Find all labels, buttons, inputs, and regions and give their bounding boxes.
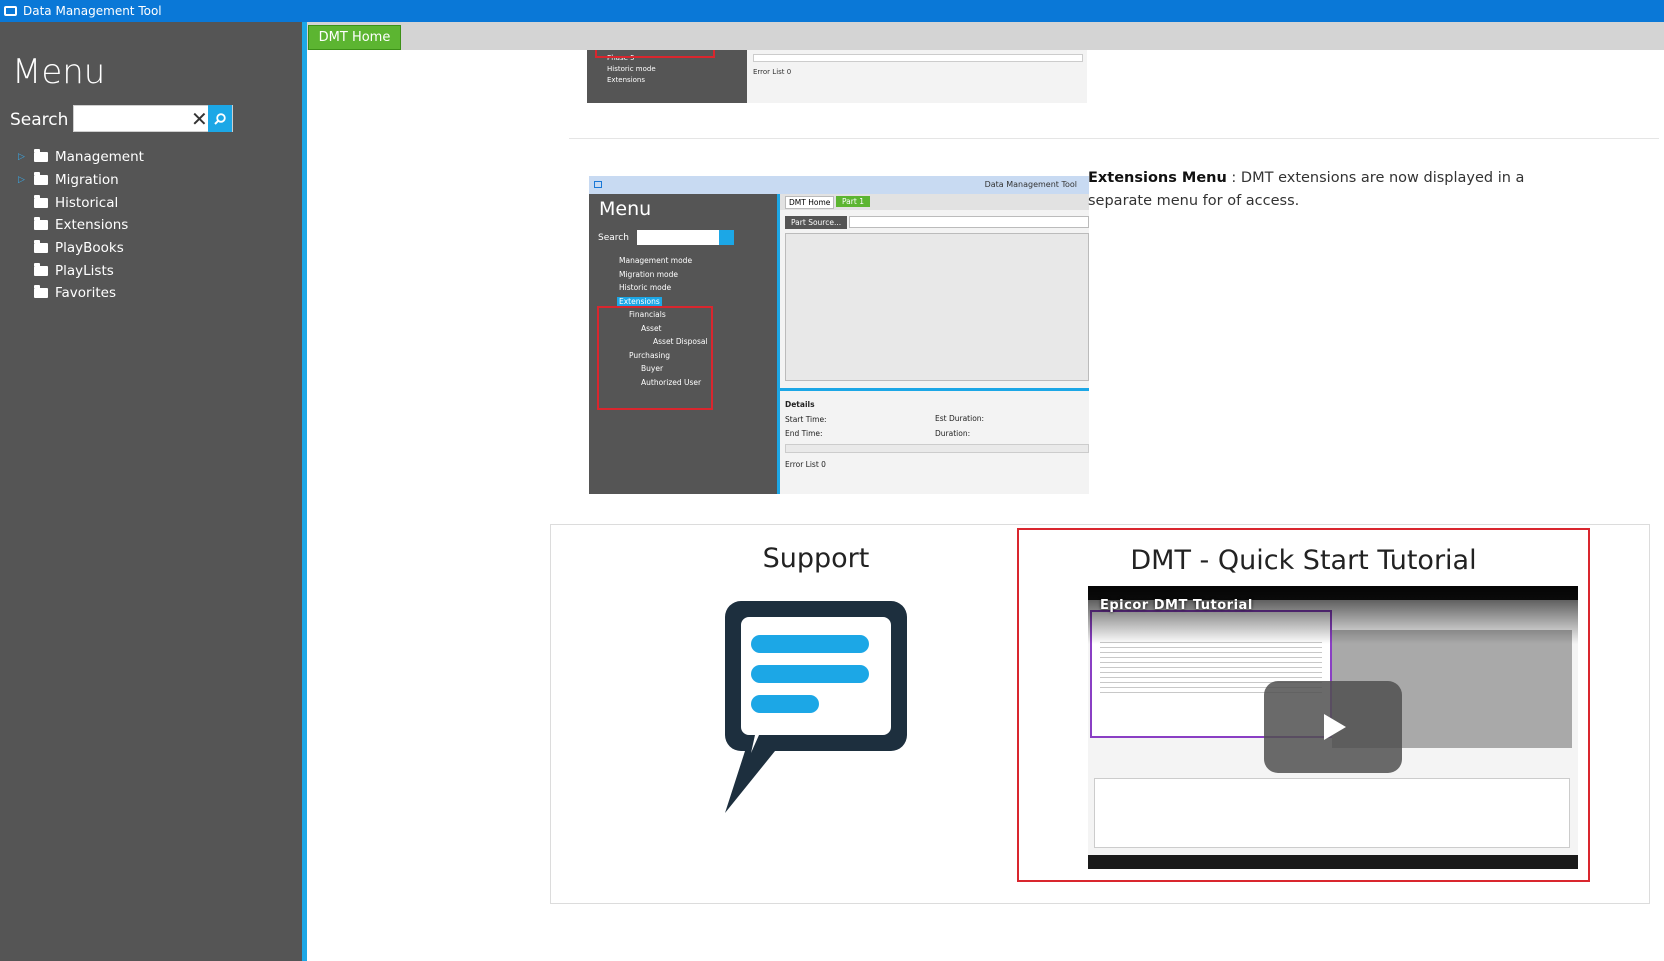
tutorial-video[interactable]: Epicor DMT Tutorial	[1088, 586, 1578, 869]
shot-search-box: ✕	[637, 229, 732, 245]
sidebar-item-playlists[interactable]: PlayLists	[18, 259, 144, 282]
shot-tree-item: Historic mode	[619, 283, 672, 292]
menu-title: Menu	[12, 52, 106, 92]
divider	[569, 138, 1659, 139]
shot-window-title: Data Management Tool	[984, 180, 1077, 189]
thumb-tree-item: Historic mode	[607, 65, 656, 73]
sidebar-item-extensions[interactable]: Extensions	[18, 214, 144, 237]
search-input[interactable]	[77, 106, 187, 131]
window-titlebar: Data Management Tool	[0, 0, 1664, 22]
tab-dmt-home[interactable]: DMT Home	[308, 25, 401, 50]
thumb-tree-item: Extensions	[607, 76, 646, 84]
shot-tree-item: Migration mode	[619, 269, 679, 279]
expand-arrow-icon[interactable]: ▷	[18, 175, 34, 185]
sidebar-item-label: PlayBooks	[55, 240, 124, 257]
extensions-heading: Extensions Menu	[1088, 170, 1227, 186]
extensions-screenshot: Data Management Tool Menu Search ✕ Manag…	[589, 176, 1089, 494]
highlight-box	[595, 50, 715, 58]
sidebar-item-label: Management	[55, 149, 144, 166]
search-icon	[214, 112, 226, 125]
folder-icon	[34, 217, 48, 231]
folder-icon	[34, 172, 48, 186]
folder-icon	[34, 240, 48, 254]
screenshot-thumbnail-top: Phase 5 Historic mode Extensions Error L…	[587, 50, 1087, 103]
sidebar-item-label: PlayLists	[55, 262, 114, 279]
sidebar-item-historical[interactable]: Historical	[18, 191, 144, 214]
folder-icon	[34, 262, 48, 276]
shot-end-time: End Time:	[785, 429, 823, 438]
app-icon	[4, 6, 17, 16]
tutorial-panel: DMT - Quick Start Tutorial Epicor DMT Tu…	[1017, 528, 1590, 882]
sidebar-item-label: Historical	[55, 194, 119, 211]
chat-bubble-icon[interactable]	[715, 601, 915, 820]
shot-duration: Duration:	[935, 428, 971, 438]
sidebar-item-favorites[interactable]: Favorites	[18, 282, 144, 305]
shot-menu-title: Menu	[599, 198, 652, 220]
sidebar-item-label: Favorites	[55, 285, 116, 302]
extensions-description: Extensions Menu : DMT extensions are now…	[1088, 167, 1558, 213]
highlight-box	[597, 306, 713, 410]
shot-tree-item: Management mode	[619, 256, 693, 265]
window-title: Data Management Tool	[23, 4, 162, 18]
video-caption: Epicor DMT Tutorial	[1100, 598, 1253, 613]
clear-icon[interactable]: ✕	[191, 108, 208, 130]
menu-tree: ▷ Management ▷ Migration Historical Exte…	[18, 146, 144, 305]
search-label: Search	[10, 110, 69, 130]
sidebar-item-management[interactable]: ▷ Management	[18, 146, 144, 169]
thumb-error-list: Error List 0	[753, 68, 792, 76]
folder-icon	[34, 194, 48, 208]
sidebar-item-playbooks[interactable]: PlayBooks	[18, 237, 144, 260]
shot-tree-item-selected: Extensions	[617, 296, 662, 306]
support-title: Support	[762, 543, 870, 574]
shot-start-time: Start Time:	[785, 414, 827, 424]
folder-icon	[34, 285, 48, 299]
shot-tab-home: DMT Home	[785, 196, 835, 209]
folder-icon	[34, 149, 48, 163]
search-icon	[719, 230, 734, 245]
play-button[interactable]	[1264, 681, 1402, 773]
shot-details-heading: Details	[785, 400, 815, 409]
shot-tab-part: Part 1	[836, 196, 870, 207]
sidebar: Menu Search ✕ ▷ Management ▷ Migration H…	[0, 22, 302, 961]
shot-error-list: Error List 0	[785, 460, 826, 469]
search-button[interactable]	[207, 105, 232, 132]
play-icon	[1324, 714, 1346, 740]
shot-search-label: Search	[598, 233, 629, 243]
tutorial-title: DMT - Quick Start Tutorial	[1130, 545, 1477, 576]
sidebar-item-label: Extensions	[55, 217, 129, 234]
search-box: ✕	[73, 105, 233, 132]
shot-est-duration: Est Duration:	[935, 414, 985, 423]
tab-bar	[307, 22, 1664, 50]
app-icon	[594, 181, 602, 188]
main-content: Phase 5 Historic mode Extensions Error L…	[307, 50, 1664, 961]
help-card: Support DMT - Quick Start Tutorial Epico…	[550, 524, 1650, 904]
sidebar-item-label: Migration	[55, 172, 119, 189]
shot-part-source-button: Part Source...	[785, 216, 848, 229]
expand-arrow-icon[interactable]: ▷	[18, 152, 34, 162]
sidebar-item-migration[interactable]: ▷ Migration	[18, 169, 144, 192]
